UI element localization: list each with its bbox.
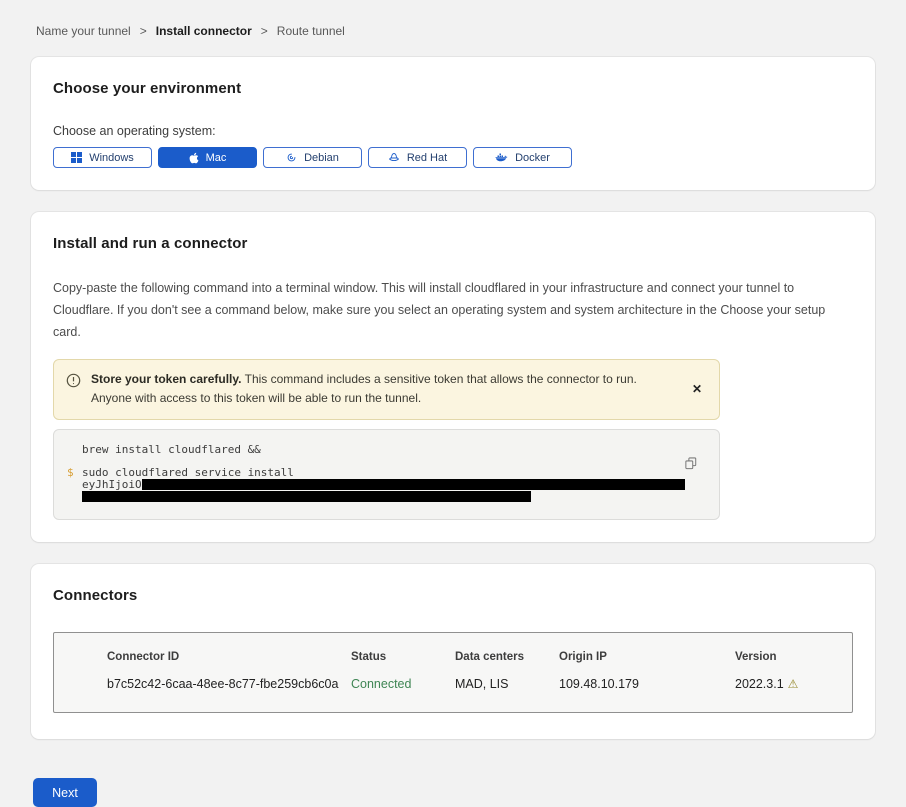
breadcrumb: Name your tunnel > Install connector > R… [0,0,906,38]
column-header-status: Status [351,651,455,663]
connector-origin-ip-value: 109.48.10.179 [559,677,735,691]
connector-version-value: 2022.3.1⚠ [735,677,832,691]
environment-card-title: Choose your environment [53,80,853,97]
os-select-label: Choose an operating system: [53,124,853,138]
connector-id-value: b7c52c42-6caa-48ee-8c77-fbe259cb6c0a [107,677,351,691]
column-header-version: Version [735,651,832,663]
breadcrumb-step-route-tunnel[interactable]: Route tunnel [277,24,345,38]
connectors-table: Connector ID Status Data centers Origin … [53,632,853,713]
os-button-label: Red Hat [407,152,447,164]
os-button-label: Docker [515,152,550,164]
column-header-connector-id: Connector ID [107,651,351,663]
token-prefix: eyJhIjoiO [82,478,142,491]
debian-icon [286,152,297,163]
os-button-debian[interactable]: Debian [263,147,362,168]
connectors-card-title: Connectors [53,587,853,604]
os-button-mac[interactable]: Mac [158,147,257,168]
install-command-codeblock: brew install cloudflared && $ sudo cloud… [53,429,720,520]
code-command: $ sudo cloudflared service install eyJhI… [82,466,675,502]
next-button[interactable]: Next [33,778,97,807]
redaction-bar [82,491,531,502]
column-header-data-centers: Data centers [455,651,559,663]
warning-triangle-icon: ⚠ [788,677,799,691]
code-line-brew-install: brew install cloudflared && [82,443,675,456]
circle-exclamation-icon [66,373,81,395]
code-line-service-install: sudo cloudflared service install [82,466,675,479]
column-header-origin-ip: Origin IP [559,651,735,663]
token-warning-text: Store your token carefully. This command… [91,370,670,410]
token-warning-title: Store your token carefully. [91,372,242,386]
copy-icon[interactable] [685,457,697,470]
page-content: Choose your environment Choose an operat… [31,57,875,739]
breadcrumb-step-name-your-tunnel[interactable]: Name your tunnel [36,24,131,38]
redaction-bar [142,479,685,490]
environment-card: Choose your environment Choose an operat… [31,57,875,190]
os-button-label: Mac [206,152,227,164]
token-warning-banner: Store your token carefully. This command… [53,359,720,421]
shell-prompt: $ [67,466,74,479]
os-button-label: Windows [89,152,134,164]
docker-icon [495,152,508,163]
connectors-grid: Connector ID Status Data centers Origin … [107,651,832,691]
windows-icon [71,152,82,163]
apple-icon [189,152,199,164]
install-description: Copy-paste the following command into a … [53,278,853,344]
breadcrumb-separator: > [261,24,268,38]
os-button-group: Windows Mac Debian [53,147,853,168]
redhat-icon [388,152,400,163]
connector-status-value: Connected [351,677,455,691]
os-button-redhat[interactable]: Red Hat [368,147,467,168]
breadcrumb-separator: > [140,24,147,38]
close-icon[interactable]: ✕ [688,379,706,399]
breadcrumb-step-install-connector[interactable]: Install connector [156,24,252,38]
install-card-title: Install and run a connector [53,235,853,252]
os-button-windows[interactable]: Windows [53,147,152,168]
os-button-label: Debian [304,152,339,164]
os-button-docker[interactable]: Docker [473,147,572,168]
connector-data-centers-value: MAD, LIS [455,677,559,691]
token-line: eyJhIjoiO [82,479,675,490]
install-card: Install and run a connector Copy-paste t… [31,212,875,542]
connectors-card: Connectors Connector ID Status Data cent… [31,564,875,739]
